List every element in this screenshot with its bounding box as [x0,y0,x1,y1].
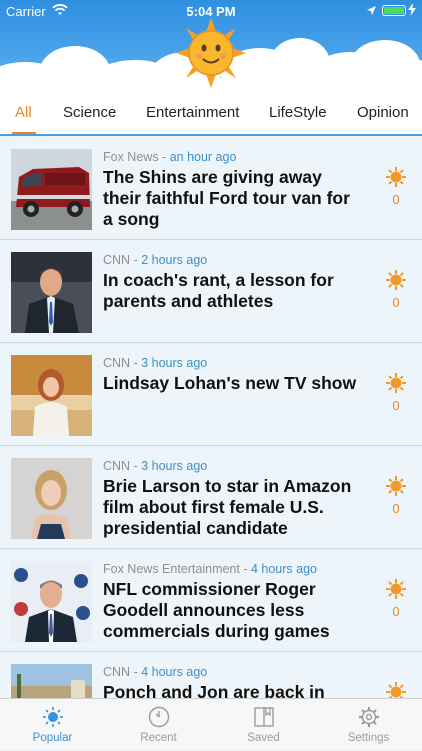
article-score: 0 [392,295,400,310]
tab-settings-label: Settings [347,732,390,744]
article-source: CNN [103,459,131,473]
article-meta: CNN - 3 hours ago [103,356,207,370]
sun-rating-icon[interactable] [385,372,407,394]
article-score: 0 [392,501,400,516]
sun-rating-icon[interactable] [385,475,407,497]
sun-rating-icon[interactable] [385,681,407,698]
tab-recent-label: Recent [140,732,177,744]
article-time: 3 hours ago [141,459,208,473]
bottom-tab-bar: Popular Recent Saved Settings [0,698,422,750]
tab-opinion[interactable]: Opinion [357,104,409,121]
article-headline[interactable]: Lindsay Lohan's new TV show [103,373,361,394]
article-meta: Fox News Entertainment - 4 hours ago [103,562,317,576]
meta-separator: - [130,665,142,679]
sun-icon [43,707,63,727]
article-headline[interactable]: Ponch and Jon are back in [103,682,361,698]
tab-science[interactable]: Science [63,104,116,121]
meta-separator: - [130,253,142,267]
article-headline[interactable]: The Shins are giving away their faithful… [103,167,361,230]
clock-icon [148,706,170,728]
sun-rating-icon[interactable] [385,166,407,188]
article-headline[interactable]: NFL commissioner Roger Goodell announces… [103,579,361,642]
article-meta: CNN - 4 hours ago [103,665,207,679]
tab-popular[interactable]: Popular [0,699,105,751]
meta-separator: - [130,356,142,370]
tab-entertainment[interactable]: Entertainment [146,104,239,121]
article-headline[interactable]: In coach's rant, a lesson for parents an… [103,270,361,312]
meta-separator: - [130,459,142,473]
location-arrow-icon [366,4,377,19]
article-headline[interactable]: Brie Larson to star in Amazon film about… [103,476,361,539]
gear-icon [359,707,379,727]
tab-saved[interactable]: Saved [211,699,316,751]
article-meta: Fox News - an hour ago [103,150,236,164]
article-time: 4 hours ago [141,665,208,679]
tab-lifestyle[interactable]: LifeStyle [269,104,327,121]
article-item[interactable]: CNN - 3 hours ago Lindsay Lohan's new TV… [0,344,422,446]
meta-separator: - [239,562,251,576]
article-source: CNN [103,253,131,267]
meta-separator: - [158,150,170,164]
article-time: an hour ago [169,150,237,164]
article-item[interactable]: CNN - 3 hours ago Brie Larson to star in… [0,447,422,549]
article-thumbnail-van [11,149,92,230]
article-item[interactable]: CNN - 4 hours ago Ponch and Jon are back… [0,653,422,698]
article-item[interactable]: CNN - 2 hours ago In coach's rant, a les… [0,241,422,343]
tab-recent[interactable]: Recent [106,699,211,751]
article-time: 4 hours ago [250,562,317,576]
article-score: 0 [392,192,400,207]
tab-all[interactable]: All [15,104,32,121]
article-list[interactable]: Fox News - an hour ago The Shins are giv… [0,138,422,698]
article-meta: CNN - 3 hours ago [103,459,207,473]
article-thumbnail-street [11,664,92,698]
book-icon [254,707,274,727]
article-thumbnail-lohan [11,355,92,436]
battery-icon [382,5,406,16]
sun-rating-icon[interactable] [385,269,407,291]
article-source: CNN [103,356,131,370]
app-header: Carrier 5:04 PM [0,0,422,92]
article-thumbnail-larson [11,458,92,539]
sun-rating-icon[interactable] [385,578,407,600]
article-thumbnail-coach [11,252,92,333]
tab-settings[interactable]: Settings [316,699,421,751]
active-tab-indicator [12,132,36,134]
article-score: 0 [392,398,400,413]
article-source: Fox News Entertainment [103,562,240,576]
article-item[interactable]: Fox News - an hour ago The Shins are giv… [0,138,422,240]
article-time: 2 hours ago [141,253,208,267]
sun-logo [176,18,246,88]
article-score: 0 [392,604,400,619]
charging-bolt-icon [408,3,416,19]
article-thumbnail-goodell [11,561,92,642]
article-meta: CNN - 2 hours ago [103,253,207,267]
category-tabs: All Science Entertainment LifeStyle Opin… [0,92,422,136]
article-time: 3 hours ago [141,356,208,370]
status-time: 5:04 PM [186,4,236,19]
tab-saved-label: Saved [247,732,280,744]
article-source: Fox News [103,150,159,164]
article-source: CNN [103,665,131,679]
tab-popular-label: Popular [32,732,73,744]
article-item[interactable]: Fox News Entertainment - 4 hours ago NFL… [0,550,422,652]
